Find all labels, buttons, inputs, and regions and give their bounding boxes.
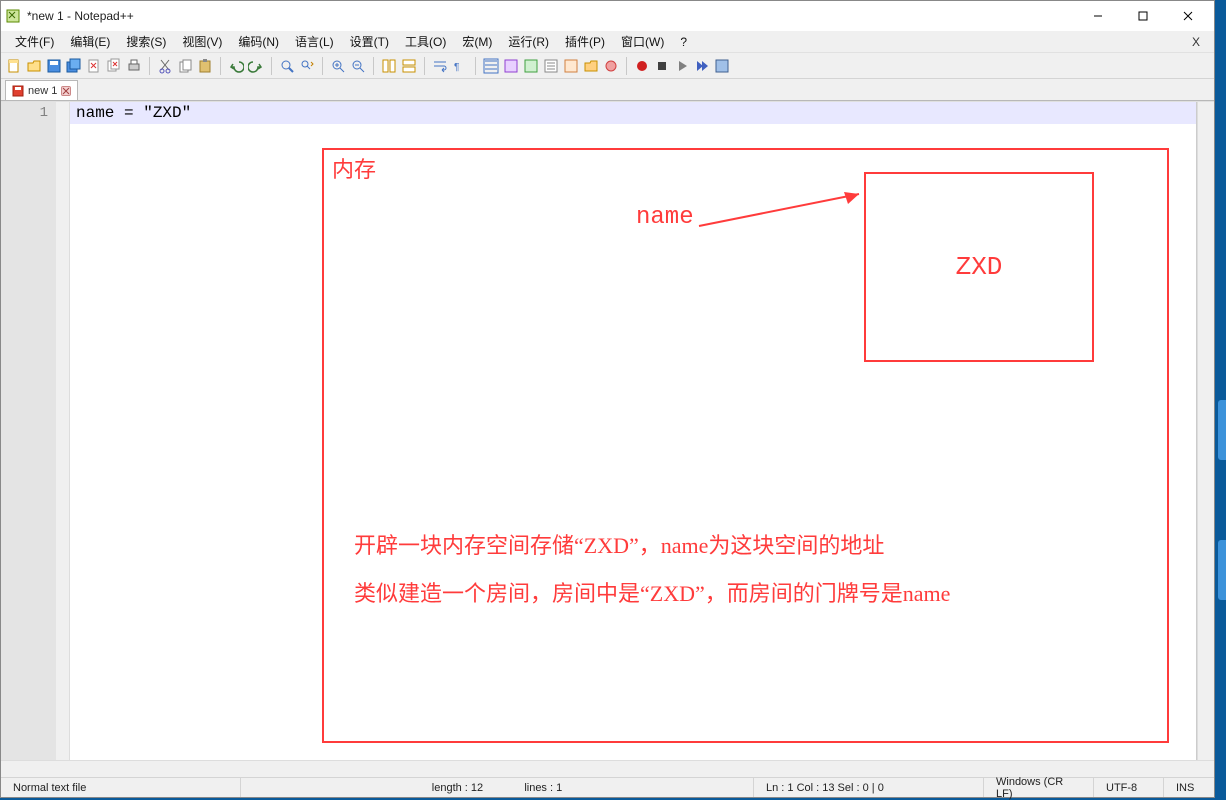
indent-guide-icon[interactable] [482,57,500,75]
notepad-window: *new 1 - Notepad++ 文件(F) 编辑(E) 搜索(S) 视图(… [0,0,1215,798]
code-line-1: name = "ZXD" [70,102,1196,124]
menu-edit[interactable]: 编辑(E) [62,31,118,52]
status-length: length : 12 [432,782,483,794]
line-number-gutter: 1 [1,102,56,760]
wordwrap-icon[interactable] [431,57,449,75]
explanation-text: 开辟一块内存空间存储“ZXD”，name为这块空间的地址 类似建造一个房间，房间… [354,522,1137,619]
docmap-icon[interactable] [522,57,540,75]
monitor-icon[interactable] [602,57,620,75]
udlang-icon[interactable] [502,57,520,75]
zoom-out-icon[interactable] [349,57,367,75]
menu-close-x[interactable]: X [1184,35,1208,49]
menu-run[interactable]: 运行(R) [500,31,557,52]
play-macro-icon[interactable] [673,57,691,75]
explain-line2: 类似建造一个房间，房间中是“ZXD”，而房间的门牌号是name [354,570,1137,618]
titlebar[interactable]: *new 1 - Notepad++ [1,1,1214,31]
window-title: *new 1 - Notepad++ [27,9,1075,23]
toolbar: ¶ [1,53,1214,79]
status-encoding: UTF-8 [1094,778,1164,797]
toolbar-separator [373,57,374,75]
minimize-button[interactable] [1075,2,1120,30]
print-icon[interactable] [125,57,143,75]
menu-file[interactable]: 文件(F) [7,31,62,52]
status-mode: INS [1164,778,1214,797]
menu-encoding[interactable]: 编码(N) [230,31,287,52]
replace-icon[interactable] [298,57,316,75]
funclist-icon[interactable] [562,57,580,75]
close-button[interactable] [1165,2,1210,30]
vertical-scrollbar[interactable] [1197,102,1214,760]
save-all-icon[interactable] [65,57,83,75]
menu-language[interactable]: 语言(L) [287,31,342,52]
menu-view[interactable]: 视图(V) [174,31,230,52]
close-file-icon[interactable] [85,57,103,75]
name-pointer-label: name [636,204,694,231]
all-chars-icon[interactable]: ¶ [451,57,469,75]
redo-icon[interactable] [247,57,265,75]
toolbar-separator [322,57,323,75]
taskbar-peek-icon [1218,540,1226,600]
menu-help[interactable]: ? [672,33,695,51]
toolbar-separator [220,57,221,75]
status-eol: Windows (CR LF) [984,778,1094,797]
tab-label: new 1 [28,85,57,97]
editor-area: 1 name = "ZXD" 内存 name ZXD [1,101,1214,760]
status-bar: Normal text file length : 12 lines : 1 L… [1,777,1214,797]
tab-close-icon[interactable] [61,86,71,96]
close-all-icon[interactable] [105,57,123,75]
sync-v-icon[interactable] [380,57,398,75]
status-position: Ln : 1 Col : 13 Sel : 0 | 0 [754,778,984,797]
memory-box-value: ZXD [956,252,1003,282]
status-lines: lines : 1 [524,782,562,794]
menu-search[interactable]: 搜索(S) [118,31,174,52]
toolbar-separator [424,57,425,75]
memory-box: ZXD [864,172,1094,362]
toolbar-separator [149,57,150,75]
taskbar-peek-icon [1218,400,1226,460]
save-macro-icon[interactable] [713,57,731,75]
menu-plugins[interactable]: 插件(P) [557,31,613,52]
tab-new-1[interactable]: new 1 [5,80,78,100]
zoom-in-icon[interactable] [329,57,347,75]
status-length-lines: length : 12 lines : 1 [241,778,754,797]
fold-column [56,102,70,760]
undo-icon[interactable] [227,57,245,75]
tab-bar: new 1 [1,79,1214,101]
menu-macro[interactable]: 宏(M) [454,31,500,52]
line-number: 1 [1,105,48,121]
status-filetype: Normal text file [1,778,241,797]
stop-macro-icon[interactable] [653,57,671,75]
desktop: *new 1 - Notepad++ 文件(F) 编辑(E) 搜索(S) 视图(… [0,0,1226,798]
cut-icon[interactable] [156,57,174,75]
svg-text:¶: ¶ [454,62,459,73]
menu-settings[interactable]: 设置(T) [342,31,397,52]
notepadpp-icon [5,8,21,24]
copy-icon[interactable] [176,57,194,75]
play-multi-icon[interactable] [693,57,711,75]
arrow-icon [694,186,874,246]
open-file-icon[interactable] [25,57,43,75]
menu-window[interactable]: 窗口(W) [613,31,672,52]
menubar: 文件(F) 编辑(E) 搜索(S) 视图(V) 编码(N) 语言(L) 设置(T… [1,31,1214,53]
toolbar-separator [475,57,476,75]
new-file-icon[interactable] [5,57,23,75]
code-editor[interactable]: name = "ZXD" 内存 name ZXD 开辟一块内存空间存储“ZXD”… [70,102,1197,760]
maximize-button[interactable] [1120,2,1165,30]
unsaved-file-icon [12,85,24,97]
sync-h-icon[interactable] [400,57,418,75]
annotation-diagram: 内存 name ZXD 开辟一块内存空间存储“ZXD”，name为这块空间的地址… [322,148,1169,743]
desktop-right-edge [1215,0,1226,798]
save-icon[interactable] [45,57,63,75]
folder-workspace-icon[interactable] [582,57,600,75]
horizontal-scrollbar[interactable] [1,760,1214,777]
explain-line1: 开辟一块内存空间存储“ZXD”，name为这块空间的地址 [354,522,1137,570]
toolbar-separator [271,57,272,75]
paste-icon[interactable] [196,57,214,75]
menu-tools[interactable]: 工具(O) [397,31,454,52]
memory-label: 内存 [332,152,376,184]
doclist-icon[interactable] [542,57,560,75]
record-macro-icon[interactable] [633,57,651,75]
find-icon[interactable] [278,57,296,75]
toolbar-separator [626,57,627,75]
